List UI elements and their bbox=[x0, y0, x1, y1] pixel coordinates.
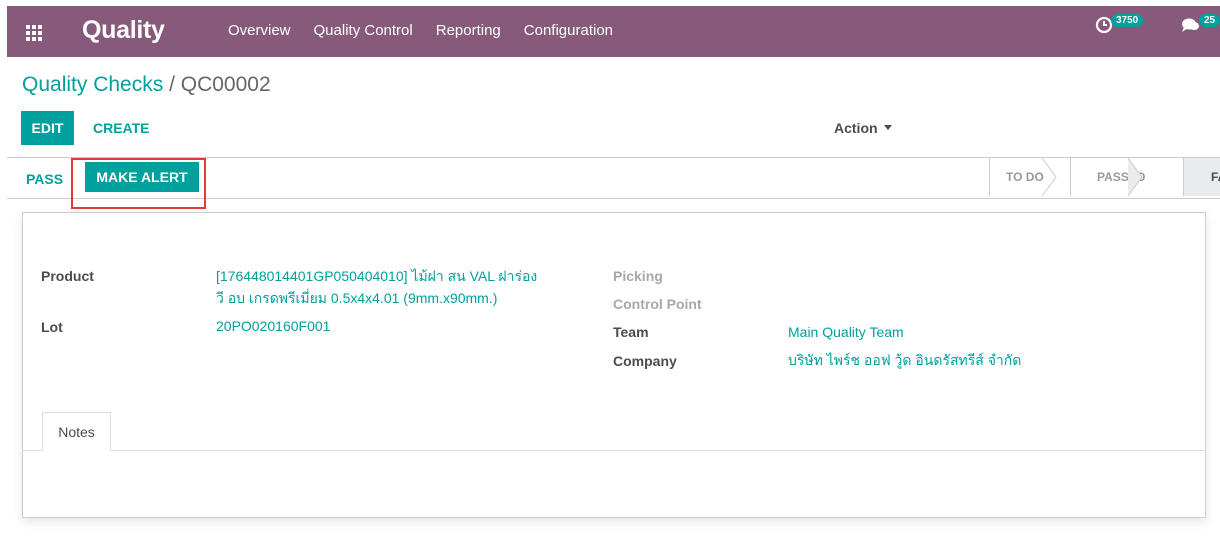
product-label: Product bbox=[41, 268, 94, 284]
breadcrumb-separator: / bbox=[169, 73, 175, 96]
lot-label: Lot bbox=[41, 319, 63, 335]
messages-button[interactable]: 25 bbox=[1181, 13, 1220, 34]
team-value[interactable]: Main Quality Team bbox=[788, 321, 904, 343]
stage-arrows bbox=[1041, 158, 1143, 197]
stage-failed[interactable]: FAILED bbox=[1183, 158, 1220, 196]
breadcrumb: Quality Checks / QC00002 bbox=[22, 73, 271, 97]
chat-icon bbox=[1182, 18, 1199, 32]
action-dropdown[interactable]: Action bbox=[834, 120, 892, 136]
edit-button[interactable]: EDIT bbox=[21, 111, 74, 145]
pass-button[interactable]: PASS bbox=[26, 171, 63, 187]
top-navbar: Quality Overview Quality Control Reporti… bbox=[7, 6, 1220, 57]
team-label: Team bbox=[613, 324, 649, 340]
create-button[interactable]: CREATE bbox=[93, 120, 150, 136]
activity-button[interactable]: 3750 bbox=[1095, 13, 1144, 34]
product-value-line1: [176448014401GP050404010] ไม้ฝา สน VAL ฝ… bbox=[216, 268, 538, 284]
picking-label: Picking bbox=[613, 268, 663, 284]
action-label: Action bbox=[834, 120, 878, 136]
menu-configuration[interactable]: Configuration bbox=[524, 22, 613, 39]
control-point-label: Control Point bbox=[613, 296, 702, 312]
company-label: Company bbox=[613, 353, 677, 369]
menu-reporting[interactable]: Reporting bbox=[436, 22, 501, 39]
company-value[interactable]: บริษัท ไพร์ช ออฟ วู้ด อินดรัสทรีส์ จำกัด bbox=[788, 349, 1021, 371]
menu-quality-control[interactable]: Quality Control bbox=[314, 22, 413, 39]
notebook-tabs bbox=[22, 450, 1204, 451]
breadcrumb-current: QC00002 bbox=[180, 73, 271, 96]
apps-menu-icon[interactable] bbox=[26, 25, 42, 41]
messages-count-badge: 25 bbox=[1199, 13, 1220, 27]
product-value-line2: วี อบ เกรดพรีเมี่ยม 0.5x4x4.01 (9mm.x90m… bbox=[216, 290, 498, 306]
product-value[interactable]: [176448014401GP050404010] ไม้ฝา สน VAL ฝ… bbox=[216, 265, 537, 309]
highlight-box bbox=[71, 158, 206, 209]
tab-notes[interactable]: Notes bbox=[42, 412, 111, 451]
main-menu: Overview Quality Control Reporting Confi… bbox=[228, 22, 636, 39]
caret-down-icon bbox=[883, 124, 892, 130]
lot-value[interactable]: 20PO020160F001 bbox=[216, 315, 330, 337]
breadcrumb-parent[interactable]: Quality Checks bbox=[22, 73, 163, 96]
activity-count-badge: 3750 bbox=[1111, 13, 1144, 27]
app-title[interactable]: Quality bbox=[82, 16, 165, 45]
menu-overview[interactable]: Overview bbox=[228, 22, 291, 39]
